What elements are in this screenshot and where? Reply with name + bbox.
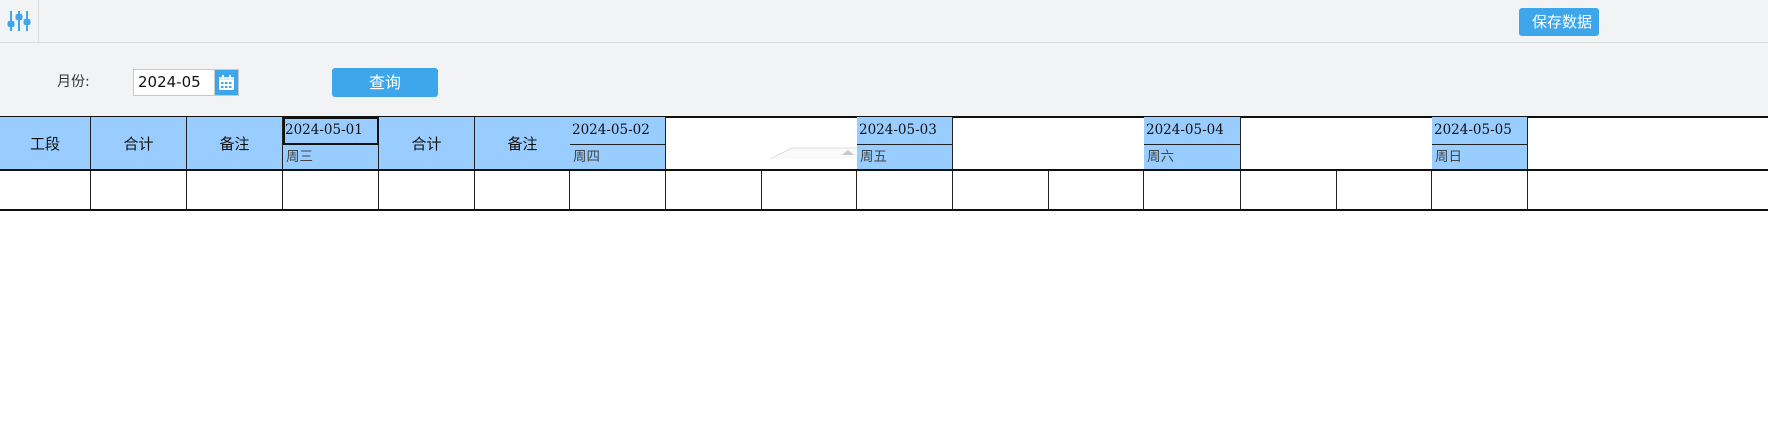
table-cell[interactable]	[666, 171, 762, 211]
day-weekday-header: 周五	[857, 145, 953, 171]
day-date-header[interactable]: 2024-05-01	[283, 117, 379, 145]
calendar-button[interactable]	[214, 69, 239, 96]
day-weekday-header: 周日	[1432, 145, 1528, 171]
day-weekday-header: 周三	[283, 145, 379, 171]
day-weekday-header: 周四	[570, 145, 666, 171]
calendar-icon	[219, 75, 234, 90]
day-total-header: 合计	[379, 117, 475, 171]
table-cell[interactable]	[0, 171, 91, 211]
header-remark: 备注	[187, 117, 283, 171]
table-cell[interactable]	[475, 171, 570, 211]
table-cell[interactable]	[1337, 171, 1432, 211]
day-date-header[interactable]: 2024-05-04	[1144, 117, 1241, 145]
table-cell[interactable]	[1049, 171, 1144, 211]
table-cell[interactable]	[953, 171, 1049, 211]
table-cell[interactable]	[187, 171, 283, 211]
filter-panel: 月份: 2024-05 查询	[0, 43, 1768, 159]
table-cell[interactable]	[91, 171, 187, 211]
day-remark-header: 备注	[475, 117, 571, 171]
table-cell[interactable]	[762, 171, 857, 211]
table-cell[interactable]	[857, 171, 953, 211]
day-weekday-header: 周六	[1144, 145, 1241, 171]
month-input[interactable]: 2024-05	[133, 69, 215, 96]
toolbar: 保存数据	[0, 0, 1768, 43]
table-cell[interactable]	[1432, 171, 1528, 211]
sliders-icon	[7, 11, 31, 31]
table-cell[interactable]	[283, 171, 379, 211]
header-total: 合计	[91, 117, 187, 171]
month-label: 月份:	[57, 74, 90, 90]
table-cell[interactable]	[1528, 171, 1768, 211]
table-cell[interactable]	[1144, 171, 1241, 211]
query-button[interactable]: 查询	[332, 68, 438, 97]
settings-button[interactable]	[0, 0, 39, 42]
day-date-header[interactable]: 2024-05-02	[570, 117, 666, 145]
day-date-header[interactable]: 2024-05-05	[1432, 117, 1528, 145]
table-cell[interactable]	[570, 171, 666, 211]
day-date-header[interactable]: 2024-05-03	[857, 117, 953, 145]
table-cell[interactable]	[1241, 171, 1337, 211]
table-cell[interactable]	[379, 171, 475, 211]
header-section: 工段	[0, 117, 91, 171]
save-button[interactable]: 保存数据	[1519, 8, 1599, 36]
